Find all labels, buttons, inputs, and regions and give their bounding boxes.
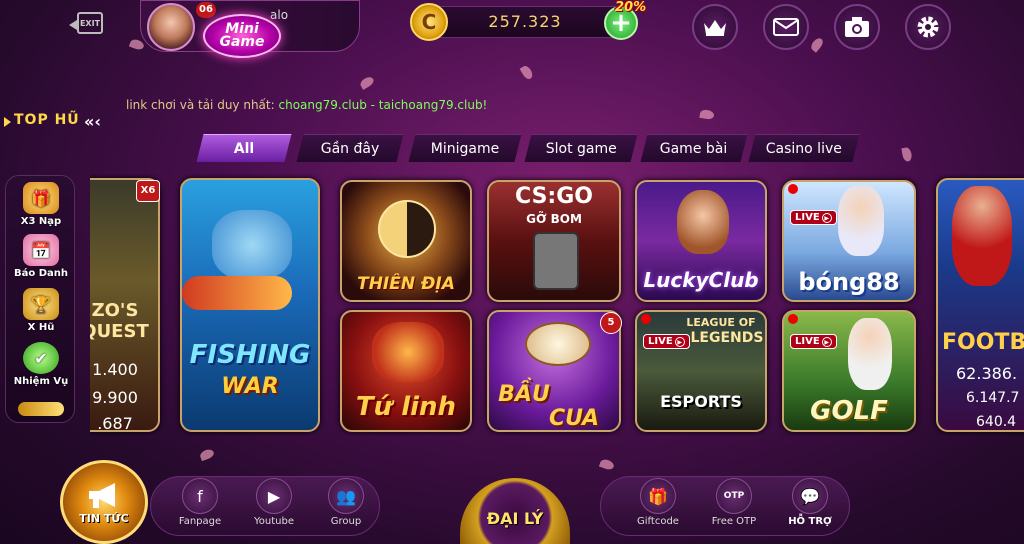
game-card-csgo[interactable]: CS:GO GỠ BOM (487, 180, 621, 302)
tab-slot-game[interactable]: Slot game (524, 134, 638, 162)
shark-mascot (212, 210, 292, 280)
multiplier-badge: X6 (136, 180, 160, 202)
fanpage-button[interactable]: f Fanpage (172, 478, 228, 527)
plate-icon (525, 322, 591, 366)
gift-box-icon: 🎁 (640, 478, 676, 514)
live-dot-icon (788, 184, 798, 194)
tab-minigame[interactable]: Minigame (408, 134, 522, 162)
gear-icon (917, 16, 939, 38)
support-button[interactable]: 💬 HỖ TRỢ (782, 478, 838, 527)
gift-icon: 🎁 (23, 182, 59, 214)
otp-shield-icon: OTP (716, 478, 752, 514)
chat-bubble-icon: 💬 (792, 478, 828, 514)
dragon-graphic (372, 322, 444, 382)
check-icon: ✔ (23, 342, 59, 374)
level-badge: 06 (196, 2, 216, 18)
collapse-arrows-icon[interactable]: «‹ (84, 112, 101, 131)
live-badge: LIVE ▶ (790, 210, 837, 225)
golfer-figure (848, 318, 892, 390)
tab-recent[interactable]: Gần đây (296, 134, 404, 162)
camera-button[interactable] (834, 4, 880, 50)
megaphone-icon (89, 482, 115, 508)
player-figure (952, 186, 1012, 286)
balance-value: 257.323 (488, 12, 562, 31)
news-button[interactable]: TIN TỨC (60, 460, 148, 544)
top-hu-title[interactable]: TOP HŨ (4, 112, 80, 128)
sidebar-item-check-in[interactable]: 📅 Báo Danh (6, 234, 76, 279)
calendar-icon: 📅 (23, 234, 59, 266)
game-card-tu-linh[interactable]: Tứ linh (340, 310, 472, 432)
petal-decoration (358, 75, 376, 90)
mail-icon (773, 18, 799, 36)
youtube-icon: ▶ (256, 478, 292, 514)
deposit-bonus-badge: 20% (615, 0, 647, 15)
petal-decoration (519, 64, 535, 81)
username: alo (270, 8, 289, 22)
game-card-fishing-war[interactable]: FISHING WAR (180, 178, 320, 432)
games-grid: ZO'S QUEST 1.400 9.900 .687 X6 FISHING W… (90, 174, 1024, 436)
coin-icon: C (410, 3, 448, 41)
live-dot-icon (788, 314, 798, 324)
mail-button[interactable] (763, 4, 809, 50)
free-otp-button[interactable]: OTP Free OTP (706, 478, 762, 527)
petal-decoration (699, 108, 715, 121)
petal-decoration (901, 146, 913, 163)
game-card-thien-dia[interactable]: THIÊN ĐỊA (340, 180, 472, 302)
left-sidebar: 🎁 X3 Nạp 📅 Báo Danh 🏆 X Hũ ✔ Nhiệm Vụ (5, 175, 75, 423)
bomb-icon (533, 232, 579, 290)
minigame-button[interactable]: Mini Game (203, 14, 281, 58)
trophy-icon: 🏆 (23, 288, 59, 320)
category-tabs: All Gần đây Minigame Slot game Game bài … (194, 134, 874, 162)
avatar[interactable] (147, 3, 195, 51)
tab-all[interactable]: All (196, 134, 292, 162)
live-badge: LIVE ▶ (790, 334, 837, 349)
exit-icon: EXIT (69, 12, 103, 34)
rocket-graphic (182, 276, 292, 310)
yin-yang-icon (378, 200, 436, 258)
game-card-bong88[interactable]: LIVE ▶ bóng88 (782, 180, 916, 302)
notification-badge: 5 (600, 312, 622, 334)
group-icon: 👥 (328, 478, 364, 514)
youtube-button[interactable]: ▶ Youtube (246, 478, 302, 527)
game-card-football[interactable]: FOOTB 62.386. 6.147.7 640.4 (936, 178, 1024, 432)
model-figure (838, 186, 884, 256)
crown-icon (704, 20, 726, 36)
exit-button[interactable]: EXIT (69, 8, 110, 38)
facebook-icon: f (182, 478, 218, 514)
group-button[interactable]: 👥 Group (318, 478, 374, 527)
vip-button[interactable] (692, 4, 738, 50)
announcement-marquee: link chơi và tải duy nhất: choang79.club… (126, 98, 488, 112)
tab-card-games[interactable]: Game bài (640, 134, 748, 162)
live-dot-icon (641, 314, 651, 324)
game-card-zeus-quest[interactable]: ZO'S QUEST 1.400 9.900 .687 (90, 178, 160, 432)
sidebar-item-x-jackpot[interactable]: 🏆 X Hũ (6, 288, 76, 333)
game-card-lucky-club[interactable]: LuckyClub (635, 180, 767, 302)
sidebar-item-x3-deposit[interactable]: 🎁 X3 Nạp (6, 182, 76, 227)
sidebar-item-missions[interactable]: ✔ Nhiệm Vụ (6, 342, 76, 387)
hostess-figure (677, 190, 729, 254)
giftcode-button[interactable]: 🎁 Giftcode (630, 478, 686, 527)
petal-decoration (198, 447, 216, 462)
more-items-icon[interactable] (18, 402, 64, 416)
settings-button[interactable] (905, 4, 951, 50)
top-bar: EXIT 06 alo Mini Game C 257.323 + 20% (0, 0, 1024, 58)
camera-icon (845, 17, 869, 37)
game-card-golf[interactable]: LIVE ▶ GOLF (782, 310, 916, 432)
tab-casino-live[interactable]: Casino live (748, 134, 860, 162)
game-card-esports[interactable]: LIVE ▶ LEAGUE OF LEGENDS ESPORTS (635, 310, 767, 432)
